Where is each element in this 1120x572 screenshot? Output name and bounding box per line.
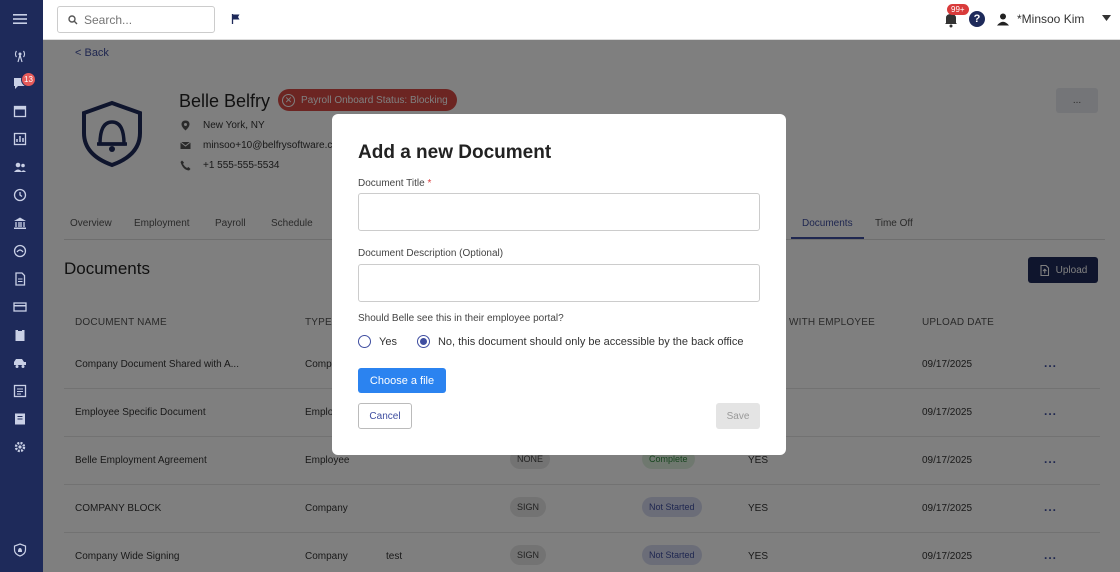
notifications-badge: 99+ — [947, 4, 969, 15]
analytics-icon[interactable] — [13, 132, 27, 146]
document-title-input[interactable] — [359, 194, 759, 230]
portal-visibility-question: Should Belle see this in their employee … — [358, 313, 564, 324]
billing-icon[interactable] — [13, 244, 27, 258]
book-icon[interactable] — [13, 412, 27, 426]
required-marker: * — [427, 178, 432, 189]
users-icon[interactable] — [13, 160, 27, 174]
choose-file-button[interactable]: Choose a file — [358, 368, 446, 393]
help-icon[interactable]: ? — [969, 11, 985, 27]
reports-icon[interactable] — [13, 384, 27, 398]
document-description-input[interactable] — [359, 265, 759, 301]
chevron-down-icon[interactable] — [1102, 15, 1111, 21]
radio-no[interactable] — [416, 335, 430, 348]
document-description-label: Document Description (Optional) — [358, 248, 504, 259]
search-input[interactable] — [84, 12, 204, 27]
calendar-icon[interactable] — [13, 104, 27, 118]
document-title-label-text: Document Title — [358, 178, 425, 189]
user-icon[interactable] — [996, 12, 1010, 26]
document-icon[interactable] — [13, 272, 27, 286]
user-name[interactable]: *Minsoo Kim — [1017, 12, 1084, 26]
clipboard-icon[interactable] — [13, 328, 27, 342]
clock-icon[interactable] — [13, 188, 27, 202]
radio-no-label[interactable]: No, this document should only be accessi… — [438, 336, 744, 348]
settings-icon[interactable] — [13, 440, 27, 454]
messages-badge: 13 — [21, 72, 36, 87]
document-description-field[interactable] — [358, 264, 760, 302]
vehicle-icon[interactable] — [13, 356, 27, 370]
sidebar: 13 — [0, 0, 43, 572]
credit-card-icon[interactable] — [13, 300, 27, 314]
bank-icon[interactable] — [13, 216, 27, 230]
radio-yes-label[interactable]: Yes — [379, 336, 397, 348]
radio-tower-icon[interactable] — [13, 49, 27, 63]
shield-bell-icon[interactable] — [13, 543, 27, 557]
document-title-label: Document Title * — [358, 178, 431, 189]
document-title-field[interactable] — [358, 193, 760, 231]
cancel-button[interactable]: Cancel — [358, 403, 412, 429]
top-bar: 99+ ? *Minsoo Kim — [43, 0, 1120, 40]
radio-yes[interactable] — [358, 335, 371, 348]
add-document-modal: Add a new Document Document Title * Docu… — [332, 114, 786, 455]
modal-title: Add a new Document — [358, 142, 552, 163]
save-button[interactable]: Save — [716, 403, 760, 429]
search-box[interactable] — [57, 6, 215, 33]
menu-icon[interactable] — [13, 12, 27, 26]
search-icon — [68, 14, 78, 24]
portal-visibility-options: Yes No, this document should only be acc… — [358, 335, 743, 348]
flag-icon[interactable] — [231, 13, 241, 25]
